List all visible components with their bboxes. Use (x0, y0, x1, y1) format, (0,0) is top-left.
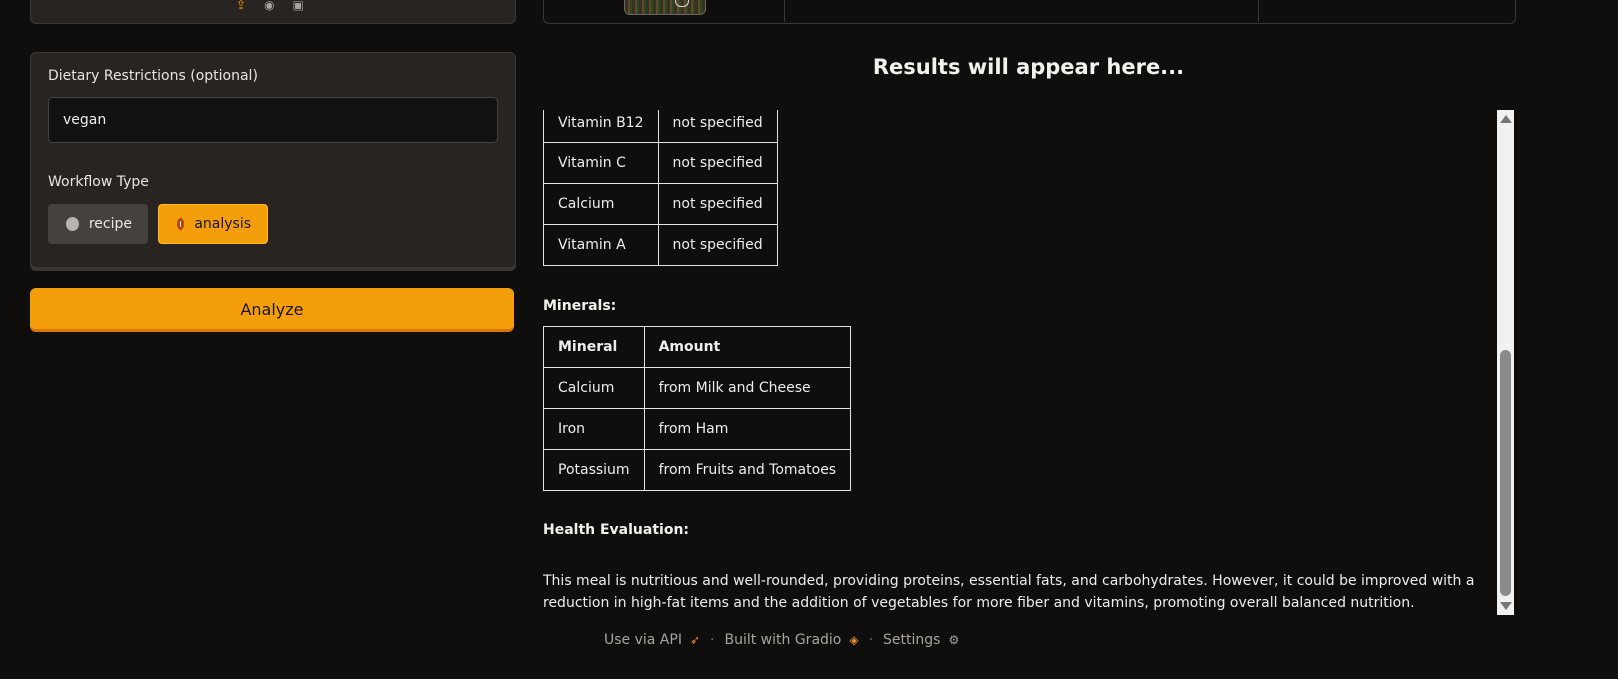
upload-source-icons: ⇪ ◉ ▣ (236, 0, 304, 12)
gradio-logo-icon: ◈ (849, 633, 859, 647)
mineral-amount: from Milk and Cheese (643, 367, 852, 409)
separator-dot: · (710, 632, 715, 648)
column-header: Mineral (543, 326, 645, 368)
table-row: Calcium not specified (543, 183, 778, 225)
workflow-type-label: Workflow Type (48, 174, 149, 190)
vitamin-amount: not specified (657, 142, 778, 184)
results-scrollbar[interactable] (1497, 110, 1514, 615)
upload-icon[interactable]: ⇪ (236, 0, 246, 12)
vitamin-name: Vitamin C (543, 142, 659, 184)
built-with-gradio-link[interactable]: Built with Gradio (724, 632, 841, 648)
minerals-heading: Minerals: (543, 298, 617, 314)
health-evaluation-heading: Health Evaluation: (543, 522, 690, 538)
vitamin-name: Calcium (543, 183, 659, 225)
radio-unchecked-icon (66, 217, 79, 231)
panel-divider (784, 0, 785, 22)
table-row: Iron from Ham (543, 408, 852, 450)
vitamin-name: Vitamin A (543, 224, 659, 266)
radio-recipe-label: recipe (88, 216, 132, 232)
food-image-thumbnail[interactable] (624, 0, 706, 15)
column-header: Amount (643, 326, 852, 368)
mineral-name: Calcium (543, 367, 645, 409)
mineral-amount: from Fruits and Tomatoes (643, 449, 852, 491)
options-form: Dietary Restrictions (optional) vegan Wo… (30, 52, 516, 268)
analyze-button[interactable]: Analyze (30, 288, 514, 332)
scroll-down-icon[interactable] (1500, 602, 1512, 610)
results-output[interactable]: Vitamin B12 not specified Vitamin C not … (543, 110, 1498, 615)
separator-dot: · (868, 632, 874, 648)
mineral-name: Potassium (543, 449, 645, 491)
gear-icon: ⚙ (948, 633, 960, 647)
settings-link[interactable]: Settings (883, 632, 940, 648)
rocket-icon: ➶ (689, 633, 701, 647)
vitamins-table: Vitamin B12 not specified Vitamin C not … (543, 110, 778, 266)
table-row: Vitamin B12 not specified (543, 110, 778, 143)
radio-analysis-label: analysis (194, 216, 251, 232)
table-row: Potassium from Fruits and Tomatoes (543, 449, 852, 491)
footer: Use via API ➶ · Built with Gradio ◈ · Se… (604, 632, 959, 648)
results-title: Results will appear here... (872, 55, 1185, 79)
vitamin-name: Vitamin B12 (543, 110, 659, 143)
use-via-api-link[interactable]: Use via API (604, 632, 682, 648)
image-upload-panel: ⇪ ◉ ▣ (30, 0, 516, 24)
vitamin-amount: not specified (657, 224, 778, 266)
table-header-row: Mineral Amount (543, 326, 852, 368)
radio-checked-icon (177, 218, 185, 230)
clipboard-icon[interactable]: ▣ (293, 0, 304, 12)
dietary-restrictions-label: Dietary Restrictions (optional) (48, 68, 258, 84)
scroll-up-icon[interactable] (1500, 115, 1512, 123)
webcam-icon[interactable]: ◉ (264, 0, 274, 12)
panel-divider (1258, 0, 1259, 22)
vitamin-amount: not specified (657, 183, 778, 225)
vitamin-amount: not specified (657, 110, 778, 143)
scrollbar-thumb[interactable] (1500, 350, 1511, 596)
health-evaluation-text: This meal is nutritious and well-rounded… (543, 573, 1475, 611)
table-row: Vitamin A not specified (543, 224, 778, 266)
table-row: Vitamin C not specified (543, 142, 778, 184)
radio-analysis[interactable]: analysis (158, 204, 268, 244)
mineral-name: Iron (543, 408, 645, 450)
image-gallery-panel (543, 0, 1516, 24)
minerals-table: Mineral Amount Calcium from Milk and Che… (543, 326, 852, 491)
mineral-amount: from Ham (643, 408, 852, 450)
table-row: Calcium from Milk and Cheese (543, 367, 852, 409)
radio-recipe[interactable]: recipe (48, 204, 148, 244)
dietary-restrictions-input[interactable]: vegan (48, 97, 498, 143)
